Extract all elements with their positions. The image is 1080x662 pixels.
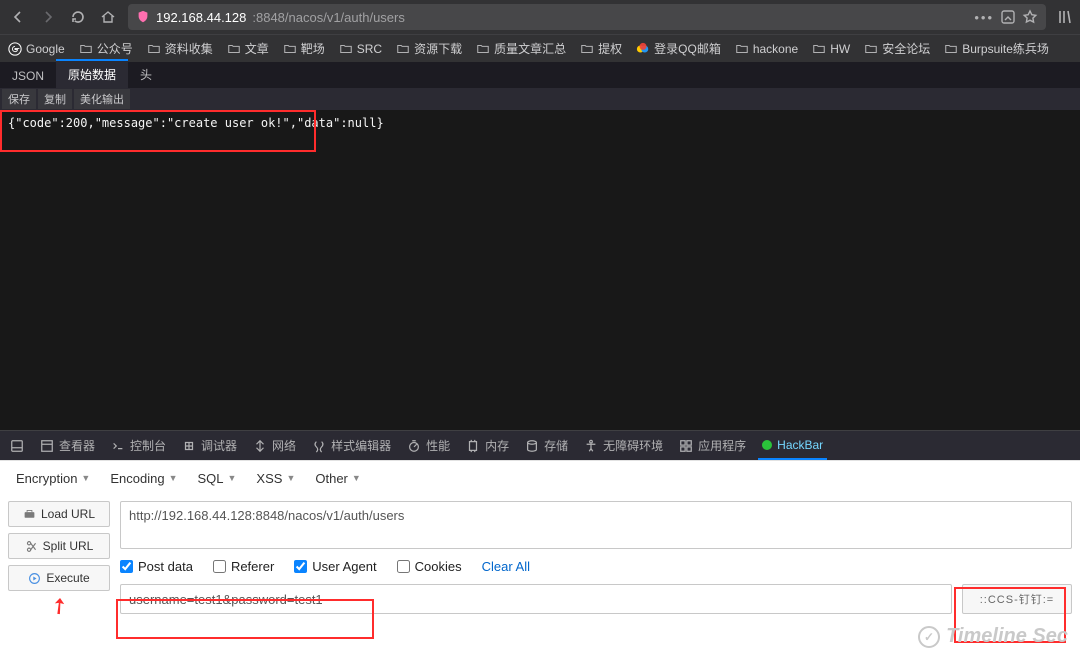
folder-icon [79,42,93,56]
caret-down-icon: ▼ [81,473,90,483]
tab-debugger[interactable]: 调试器 [178,431,241,460]
bookmark-item[interactable]: hackone [735,42,798,56]
hackbar-panel: Encryption▼ Encoding▼ SQL▼ XSS▼ Other▼ L… [0,460,1080,662]
library-button[interactable] [1054,9,1076,25]
tab-hackbar[interactable]: HackBar [758,431,827,460]
tab-json[interactable]: JSON [0,63,56,88]
bookmark-item[interactable]: 靶场 [283,40,325,57]
shield-icon [136,10,150,24]
tab-console[interactable]: 控制台 [107,431,170,460]
hackbar-menu-bar: Encryption▼ Encoding▼ SQL▼ XSS▼ Other▼ [0,461,1080,495]
bookmark-item[interactable]: 资源下载 [396,40,462,57]
folder-icon [283,42,297,56]
folder-icon [944,42,958,56]
response-area: {"code":200,"message":"create user ok!",… [0,110,1080,430]
forward-button[interactable] [34,3,62,31]
json-viewer-tabs: JSON 原始数据 头 [0,62,1080,88]
devtools-tabs: 查看器 控制台 调试器 网络 样式编辑器 性能 内存 存储 无障碍环境 应用程序… [0,430,1080,460]
check-user-agent[interactable]: User Agent [294,559,376,574]
play-icon [28,572,41,585]
menu-xss[interactable]: XSS▼ [256,471,295,486]
bookmarks-bar: Google 公众号 资料收集 文章 靶场 SRC 资源下载 质量文章汇总 提权… [0,34,1080,62]
tab-accessibility[interactable]: 无障碍环境 [580,431,667,460]
folder-icon [396,42,410,56]
caret-down-icon: ▼ [352,473,361,483]
tab-raw-data[interactable]: 原始数据 [56,59,128,88]
bookmark-item[interactable]: Burpsuite练兵场 [944,40,1049,57]
folder-icon [812,42,826,56]
copy-action[interactable]: 复制 [38,89,72,109]
tab-style-editor[interactable]: 样式编辑器 [308,431,395,460]
menu-sql[interactable]: SQL▼ [197,471,236,486]
options-row: Post data Referer User Agent Cookies Cle… [120,559,1072,574]
url-path: :8848/nacos/v1/auth/users [252,10,405,25]
execute-button[interactable]: Execute [8,565,110,591]
bookmark-item[interactable]: 质量文章汇总 [476,40,566,57]
annotation-box [954,587,1066,643]
split-url-button[interactable]: Split URL [8,533,110,559]
bookmark-item[interactable]: 公众号 [79,40,133,57]
more-icon[interactable]: ••• [974,10,994,25]
bookmark-item[interactable]: 资料收集 [147,40,213,57]
bookmark-item[interactable]: 安全论坛 [864,40,930,57]
tab-headers[interactable]: 头 [128,60,164,88]
reload-button[interactable] [64,3,92,31]
tab-application[interactable]: 应用程序 [675,431,750,460]
folder-icon [864,42,878,56]
beautify-action[interactable]: 美化输出 [74,89,130,109]
bookmark-item[interactable]: HW [812,42,850,56]
menu-other[interactable]: Other▼ [315,471,360,486]
folder-icon [227,42,241,56]
folder-icon [339,42,353,56]
annotation-box [0,110,316,152]
menu-encoding[interactable]: Encoding▼ [110,471,177,486]
bookmark-qq[interactable]: 登录QQ邮箱 [636,40,721,57]
json-viewer-actions: 保存 复制 美化输出 [0,88,1080,110]
tab-network[interactable]: 网络 [249,431,300,460]
bookmark-google[interactable]: Google [8,42,65,56]
caret-down-icon: ▼ [169,473,178,483]
check-post-data[interactable]: Post data [120,559,193,574]
folder-icon [147,42,161,56]
bookmark-star-icon[interactable] [1022,9,1038,25]
hackbar-icon [762,440,772,450]
qq-icon [636,42,650,56]
annotation-box [116,599,374,639]
caret-down-icon: ▼ [228,473,237,483]
check-cookies[interactable]: Cookies [397,559,462,574]
folder-icon [735,42,749,56]
menu-encryption[interactable]: Encryption▼ [16,471,90,486]
check-referer[interactable]: Referer [213,559,274,574]
tab-storage[interactable]: 存储 [521,431,572,460]
url-input[interactable]: http://192.168.44.128:8848/nacos/v1/auth… [120,501,1072,549]
load-icon [23,508,36,521]
hackbar-actions: Load URL Split URL Execute ➚ [8,501,110,662]
bookmark-item[interactable]: SRC [339,42,382,56]
tab-memory[interactable]: 内存 [462,431,513,460]
folder-icon [580,42,594,56]
url-bar[interactable]: 192.168.44.128:8848/nacos/v1/auth/users … [128,4,1046,30]
annotation-arrow: ➚ [44,590,75,622]
back-button[interactable] [4,3,32,31]
caret-down-icon: ▼ [286,473,295,483]
home-button[interactable] [94,3,122,31]
google-icon [8,42,22,56]
bookmark-item[interactable]: 提权 [580,40,622,57]
save-action[interactable]: 保存 [2,89,36,109]
url-host: 192.168.44.128 [156,10,246,25]
folder-icon [476,42,490,56]
devtools-dock-icon[interactable] [6,431,28,460]
browser-nav-bar: 192.168.44.128:8848/nacos/v1/auth/users … [0,0,1080,34]
tab-performance[interactable]: 性能 [403,431,454,460]
split-icon [25,540,38,553]
load-url-button[interactable]: Load URL [8,501,110,527]
reader-icon[interactable] [1000,9,1016,25]
clear-all-link[interactable]: Clear All [482,559,530,574]
bookmark-item[interactable]: 文章 [227,40,269,57]
tab-inspector[interactable]: 查看器 [36,431,99,460]
